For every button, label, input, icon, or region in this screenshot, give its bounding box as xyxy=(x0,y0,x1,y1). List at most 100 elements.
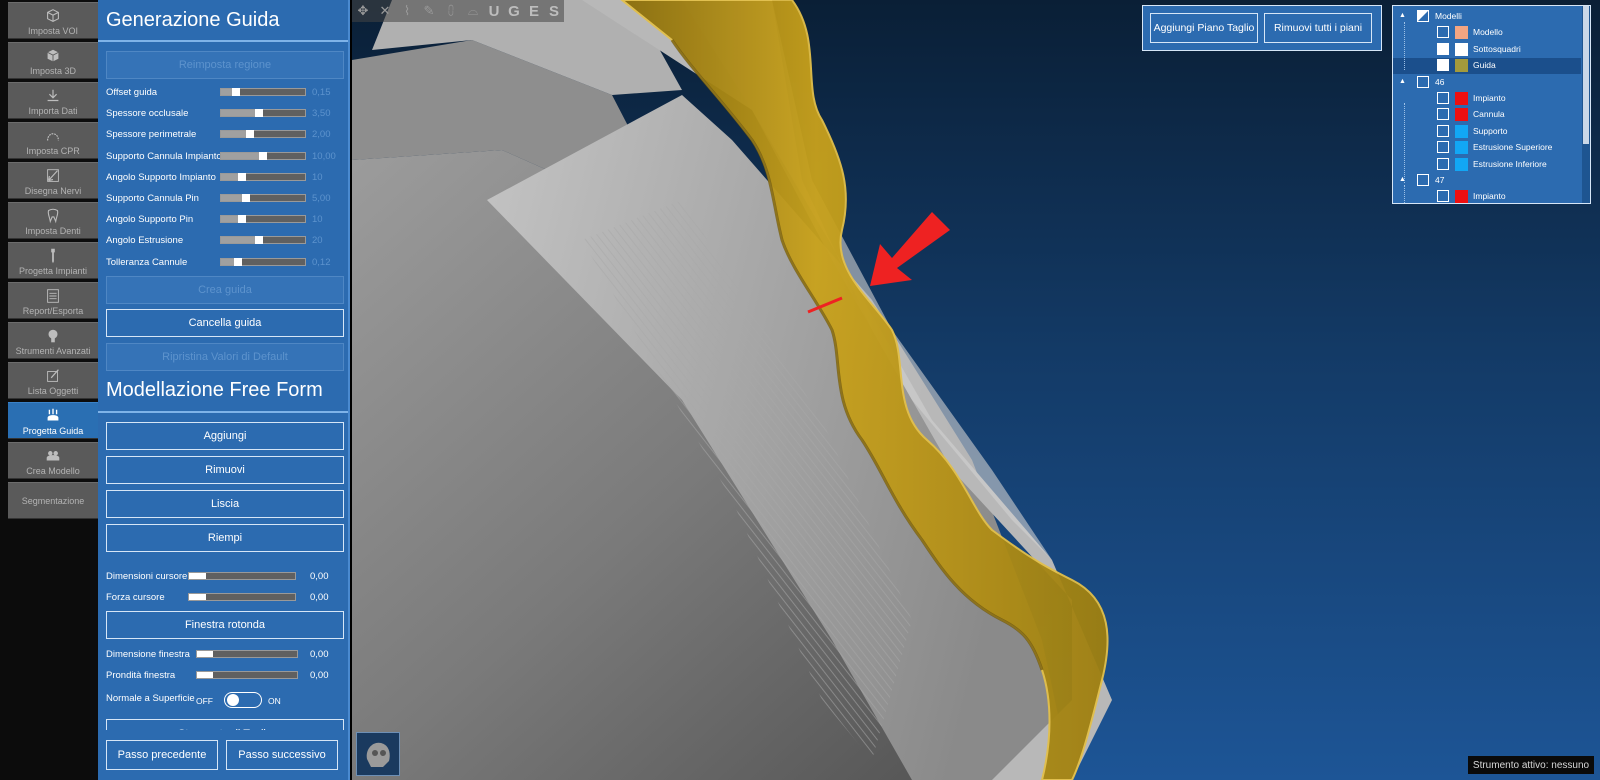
parameter-slider[interactable] xyxy=(220,109,306,118)
remove-all-planes-button[interactable]: Rimuovi tutti i piani xyxy=(1264,13,1372,43)
tree-group-node[interactable]: ▲ Modelli xyxy=(1393,9,1581,25)
visibility-checkbox[interactable] xyxy=(1437,108,1449,121)
color-swatch[interactable] xyxy=(1455,157,1468,171)
tool-segmentazione[interactable]: Segmentazione xyxy=(8,482,98,519)
visibility-checkbox[interactable] xyxy=(1437,92,1449,104)
parameter-slider[interactable] xyxy=(220,151,306,160)
tree-scrollbar[interactable] xyxy=(1582,6,1590,203)
visibility-checkbox[interactable] xyxy=(1437,141,1449,154)
tree-item-node[interactable]: Modello xyxy=(1393,25,1581,41)
parameter-slider[interactable] xyxy=(220,194,306,202)
slider-thumb[interactable] xyxy=(232,88,241,96)
tool-label: Imposta CPR xyxy=(26,146,80,156)
tool-imposta-cpr[interactable]: Imposta CPR xyxy=(8,122,98,159)
reset-region-button[interactable]: Reimposta regione xyxy=(106,51,344,79)
parameter-slider[interactable] xyxy=(220,257,306,266)
teeth-icon[interactable]: ⩇ xyxy=(440,0,462,22)
view-letter-e[interactable]: E xyxy=(524,3,544,20)
tool-report-esporta[interactable]: Report/Esporta xyxy=(8,282,98,319)
slider-thumb[interactable] xyxy=(238,215,246,224)
slider-thumb[interactable] xyxy=(254,109,263,118)
add-cut-plane-button[interactable]: Aggiungi Piano Taglio xyxy=(1150,13,1258,43)
color-swatch[interactable] xyxy=(1455,108,1468,122)
tree-item-node[interactable]: Cannula xyxy=(1393,107,1581,123)
tree-item-node[interactable]: Impianto xyxy=(1393,189,1581,203)
implant-tool-icon[interactable]: ⌇ xyxy=(396,0,418,22)
fill-button[interactable]: Riempi xyxy=(106,524,344,552)
tool-disegna-nervi[interactable]: Disegna Nervi xyxy=(8,162,98,199)
restore-defaults-button[interactable]: Ripristina Valori di Default xyxy=(106,343,344,371)
visibility-checkbox[interactable] xyxy=(1437,26,1449,39)
tool-importa-dati[interactable]: Importa Dati xyxy=(8,82,98,119)
tool-imposta-voi[interactable]: Imposta VOI xyxy=(8,2,98,39)
visibility-checkbox[interactable] xyxy=(1437,190,1449,203)
round-window-button[interactable]: Finestra rotonda xyxy=(106,611,344,639)
visibility-checkbox[interactable] xyxy=(1417,174,1429,186)
color-swatch[interactable] xyxy=(1455,124,1468,138)
tool-crea-modello[interactable]: Crea Modello xyxy=(8,442,98,479)
slider-thumb[interactable] xyxy=(246,130,255,139)
parameter-slider[interactable] xyxy=(220,215,306,224)
window-depth-slider[interactable] xyxy=(196,671,298,679)
slider-thumb[interactable] xyxy=(254,236,263,245)
tree-item-node[interactable]: Estrusione Superiore xyxy=(1393,140,1581,156)
pencil-icon[interactable]: ✎ xyxy=(418,0,440,22)
add-material-button[interactable]: Aggiungi xyxy=(106,422,344,450)
tool-strumenti-avanzati[interactable]: Strumenti Avanzati xyxy=(8,322,98,359)
slider-thumb[interactable] xyxy=(233,257,242,266)
remove-material-button[interactable]: Rimuovi xyxy=(106,456,344,484)
tool-progetta-guida[interactable]: Progetta Guida xyxy=(8,402,98,439)
next-step-button[interactable]: Passo successivo xyxy=(226,740,338,770)
slider-thumb[interactable] xyxy=(238,172,246,181)
tree-group-node[interactable]: ▲ 47 xyxy=(1393,173,1581,189)
color-swatch[interactable] xyxy=(1455,42,1468,56)
tool-imposta-3d[interactable]: Imposta 3D xyxy=(8,42,98,79)
color-swatch[interactable] xyxy=(1455,92,1468,105)
slider-thumb[interactable] xyxy=(242,194,251,202)
close-x-icon[interactable]: ✕ xyxy=(374,0,396,22)
panel-footer: Passo precedente Passo successivo xyxy=(98,730,348,780)
tree-group-node[interactable]: ▲ 46 xyxy=(1393,75,1581,91)
tool-imposta-denti[interactable]: Imposta Denti xyxy=(8,202,98,239)
visibility-checkbox[interactable] xyxy=(1417,75,1429,88)
expand-icon[interactable]: ▲ xyxy=(1399,78,1406,85)
create-guide-button[interactable]: Crea guida xyxy=(106,276,344,304)
tree-item-node[interactable]: Supporto xyxy=(1393,124,1581,140)
parameter-slider[interactable] xyxy=(220,236,306,245)
tree-item-node[interactable]: Estrusione Inferiore xyxy=(1393,157,1581,173)
visibility-checkbox[interactable] xyxy=(1437,42,1449,55)
smooth-button[interactable]: Liscia xyxy=(106,490,344,518)
tree-scrollbar-thumb[interactable] xyxy=(1583,6,1589,144)
view-letter-s[interactable]: S xyxy=(544,3,564,20)
tool-lista-oggetti[interactable]: Lista Oggetti xyxy=(8,362,98,399)
cursor-force-slider[interactable] xyxy=(188,593,296,601)
orientation-thumbnail[interactable] xyxy=(356,732,400,776)
color-swatch[interactable] xyxy=(1455,141,1468,155)
color-swatch[interactable] xyxy=(1455,26,1468,40)
visibility-checkbox[interactable] xyxy=(1437,124,1449,137)
expand-icon[interactable]: ▲ xyxy=(1399,12,1406,19)
previous-step-button[interactable]: Passo precedente xyxy=(106,740,218,770)
visibility-checkbox[interactable] xyxy=(1437,59,1449,72)
color-swatch[interactable] xyxy=(1455,59,1468,73)
slider-thumb[interactable] xyxy=(259,151,267,160)
dental-arch-icon[interactable]: ⌓ xyxy=(462,0,484,22)
view-letter-g[interactable]: G xyxy=(504,3,524,20)
delete-guide-button[interactable]: Cancella guida xyxy=(106,309,344,337)
tree-item-node[interactable]: Impianto xyxy=(1393,91,1581,107)
view-letter-u[interactable]: U xyxy=(484,3,504,20)
slider-value: 3,50 xyxy=(312,108,331,120)
tree-item-node[interactable]: Guida xyxy=(1393,58,1581,75)
window-size-slider[interactable] xyxy=(196,650,298,658)
parameter-slider[interactable] xyxy=(220,88,306,96)
visibility-checkbox[interactable] xyxy=(1437,157,1449,170)
color-swatch[interactable] xyxy=(1455,190,1468,203)
parameter-slider[interactable] xyxy=(220,172,306,181)
tree-item-node[interactable]: Sottosquadri xyxy=(1393,42,1581,58)
parameter-slider[interactable] xyxy=(220,130,306,139)
cursor-size-slider[interactable] xyxy=(188,572,296,580)
visibility-checkbox[interactable] xyxy=(1417,10,1429,22)
surface-normal-toggle[interactable] xyxy=(224,692,262,708)
move-icon[interactable]: ✥ xyxy=(352,0,374,22)
tool-progetta-impianti[interactable]: Progetta Impianti xyxy=(8,242,98,279)
